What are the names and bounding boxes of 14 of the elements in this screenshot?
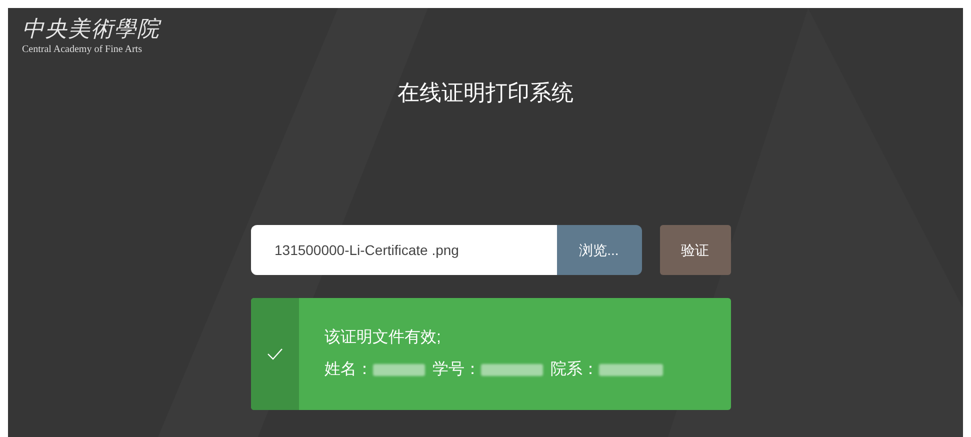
redacted-value bbox=[372, 364, 424, 376]
result-message: 该证明文件有效; bbox=[324, 328, 442, 348]
redacted-value bbox=[480, 364, 542, 376]
field-label: 院系： bbox=[550, 360, 598, 380]
check-icon bbox=[266, 348, 282, 360]
file-name-field[interactable]: 131500000-Li-Certificate .png bbox=[250, 225, 556, 275]
logo-calligraphy: 中央美術學院 bbox=[22, 16, 160, 44]
redacted-value bbox=[598, 364, 662, 376]
verify-button[interactable]: 验证 bbox=[660, 225, 730, 275]
field-label: 学号： bbox=[432, 360, 480, 380]
page-title: 在线证明打印系统 bbox=[398, 79, 574, 107]
logo-subtitle: Central Academy of Fine Arts bbox=[22, 44, 142, 56]
field-label: 姓名： bbox=[324, 360, 372, 380]
browse-button[interactable]: 浏览... bbox=[556, 225, 642, 275]
